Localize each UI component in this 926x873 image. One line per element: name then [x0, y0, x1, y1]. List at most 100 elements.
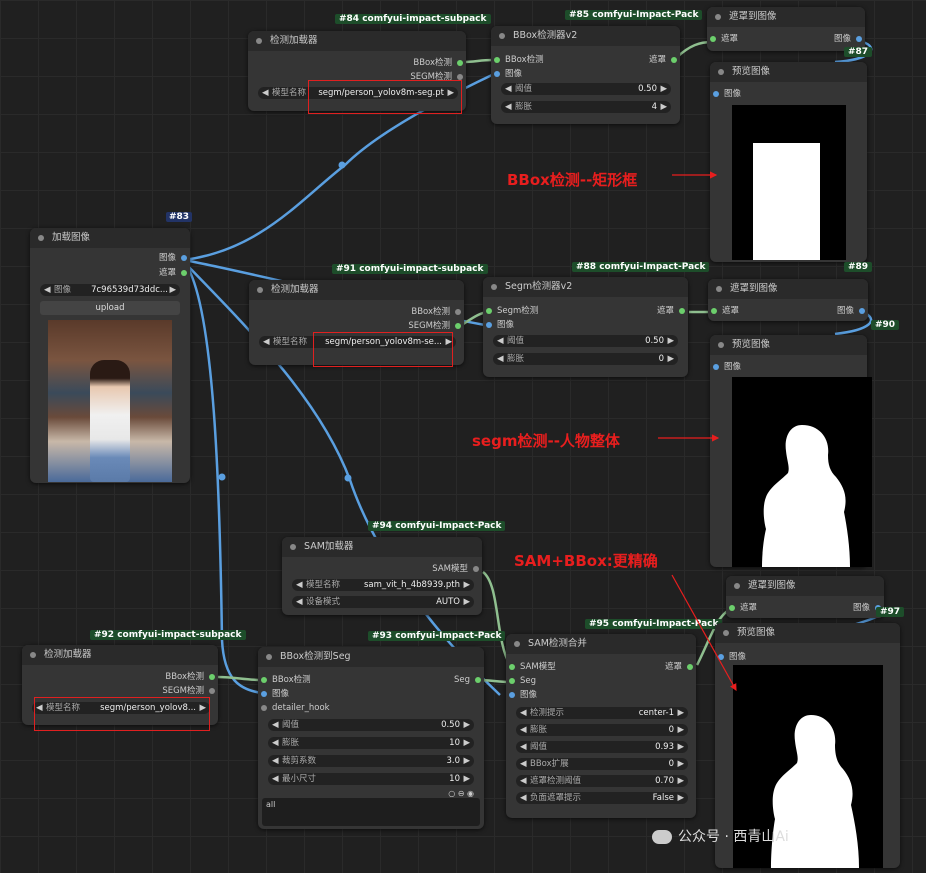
output-socket-seg[interactable] — [475, 677, 481, 683]
param-widget[interactable]: ◀ 裁剪系数 3.0 ▶ — [268, 755, 474, 767]
param-widget[interactable]: ◀ BBox扩展 0 ▶ — [516, 758, 688, 770]
input-socket-image[interactable] — [486, 322, 492, 328]
param-widget[interactable]: ◀ 膨胀 0 ▶ — [516, 724, 688, 736]
input-socket-image[interactable] — [718, 654, 724, 660]
collapse-dot-icon[interactable] — [716, 286, 722, 292]
arrow-right-icon[interactable]: ▶ — [463, 755, 470, 767]
arrow-left-icon[interactable]: ◀ — [520, 792, 527, 804]
bbox-detector-node-85[interactable]: BBox检测器v2 BBox检测 图像 遮罩 ◀ 阈值 0.50 ▶ ◀ 膨胀 4 ▶ — [491, 26, 680, 124]
output-socket-mask[interactable] — [679, 308, 685, 314]
output-socket-mask[interactable] — [671, 57, 677, 63]
arrow-left-icon[interactable]: ◀ — [272, 773, 279, 785]
arrow-right-icon[interactable]: ▶ — [677, 707, 684, 719]
arrow-left-icon[interactable]: ◀ — [497, 335, 504, 347]
mask-to-image-node-86[interactable]: 遮罩到图像 遮罩 图像 — [707, 7, 865, 51]
arrow-left-icon[interactable]: ◀ — [520, 775, 527, 787]
input-socket-mask[interactable] — [729, 605, 735, 611]
param-widget[interactable]: ◀ 膨胀 10 ▶ — [268, 737, 474, 749]
output-socket-image[interactable] — [859, 308, 865, 314]
bbox-to-seg-node-93[interactable]: BBox检测到Seg BBox检测 图像 detailer_hook Seg ◀… — [258, 647, 484, 829]
arrow-right-icon[interactable]: ▶ — [677, 792, 684, 804]
dilation-widget[interactable]: ◀ 膨胀 0 ▶ — [493, 353, 678, 365]
param-widget[interactable]: ◀ 遮罩检测阈值 0.70 ▶ — [516, 775, 688, 787]
arrow-left-icon[interactable]: ◀ — [272, 755, 279, 767]
arrow-right-icon[interactable]: ▶ — [677, 724, 684, 736]
output-socket-bbox[interactable] — [209, 674, 215, 680]
output-socket-bbox[interactable] — [455, 309, 461, 315]
input-socket-bbox[interactable] — [261, 677, 267, 683]
collapse-dot-icon[interactable] — [491, 284, 497, 290]
param-widget[interactable]: ◀ 阈值 0.93 ▶ — [516, 741, 688, 753]
arrow-left-icon[interactable]: ◀ — [262, 87, 269, 99]
input-socket-detailer-hook[interactable] — [261, 705, 267, 711]
input-socket-image[interactable] — [494, 71, 500, 77]
output-socket-segm[interactable] — [455, 323, 461, 329]
collapse-dot-icon[interactable] — [514, 641, 520, 647]
input-socket-mask[interactable] — [711, 308, 717, 314]
preview-image-node-90[interactable]: 预览图像 图像 — [710, 335, 872, 567]
collapse-dot-icon[interactable] — [499, 33, 505, 39]
param-widget[interactable]: ◀ 负面遮罩提示 False ▶ — [516, 792, 688, 804]
output-socket-sam[interactable] — [473, 566, 479, 572]
sam-loader-node-94[interactable]: SAM加载器 SAM模型 ◀ 模型名称 sam_vit_h_4b8939.pth ▶ … — [282, 537, 482, 615]
arrow-left-icon[interactable]: ◀ — [296, 596, 303, 608]
arrow-right-icon[interactable]: ▶ — [463, 737, 470, 749]
collapse-dot-icon[interactable] — [256, 38, 262, 44]
arrow-left-icon[interactable]: ◀ — [296, 579, 303, 591]
arrow-right-icon[interactable]: ▶ — [463, 719, 470, 731]
arrow-left-icon[interactable]: ◀ — [505, 101, 512, 113]
collapse-dot-icon[interactable] — [38, 235, 44, 241]
arrow-right-icon[interactable]: ▶ — [463, 579, 470, 591]
arrow-left-icon[interactable]: ◀ — [520, 741, 527, 753]
arrow-right-icon[interactable]: ▶ — [660, 101, 667, 113]
arrow-left-icon[interactable]: ◀ — [520, 724, 527, 736]
load-image-node[interactable]: 加载图像 图像 遮罩 ◀ 图像 7c96539d73ddc... ▶ uploa… — [30, 228, 190, 483]
textarea-toolbar-icons[interactable]: ○ ⊖ ◉ — [448, 789, 474, 798]
collapse-dot-icon[interactable] — [30, 652, 36, 658]
collapse-dot-icon[interactable] — [290, 544, 296, 550]
arrow-right-icon[interactable]: ▶ — [667, 353, 674, 365]
output-socket-segm[interactable] — [209, 688, 215, 694]
output-socket-mask[interactable] — [181, 270, 187, 276]
output-socket-bbox[interactable] — [457, 60, 463, 66]
collapse-dot-icon[interactable] — [718, 69, 724, 75]
arrow-left-icon[interactable]: ◀ — [44, 284, 51, 296]
collapse-dot-icon[interactable] — [715, 14, 721, 20]
threshold-widget[interactable]: ◀ 阈值 0.50 ▶ — [501, 83, 671, 95]
arrow-right-icon[interactable]: ▶ — [677, 741, 684, 753]
arrow-left-icon[interactable]: ◀ — [272, 737, 279, 749]
collapse-dot-icon[interactable] — [257, 287, 263, 293]
input-socket-image[interactable] — [713, 91, 719, 97]
input-socket-image[interactable] — [261, 691, 267, 697]
arrow-left-icon[interactable]: ◀ — [520, 707, 527, 719]
input-socket-image[interactable] — [713, 364, 719, 370]
arrow-left-icon[interactable]: ◀ — [272, 719, 279, 731]
mask-to-image-node-89[interactable]: 遮罩到图像 遮罩 图像 — [708, 279, 868, 321]
collapse-dot-icon[interactable] — [718, 342, 724, 348]
device-mode-select[interactable]: ◀ 设备模式 AUTO ▶ — [292, 596, 474, 608]
sam-detection-combine-node-95[interactable]: SAM检测合并 SAM模型 Seg 图像 遮罩 ◀ 检测提示 center-1 ▶ ◀… — [506, 634, 696, 818]
segm-detector-node-88[interactable]: Segm检测器v2 Segm检测 图像 遮罩 ◀ 阈值 0.50 ▶ ◀ 膨胀 0 ▶ — [483, 277, 688, 377]
labels-textarea[interactable]: all — [262, 798, 480, 826]
input-socket-mask[interactable] — [710, 36, 716, 42]
sam-model-select[interactable]: ◀ 模型名称 sam_vit_h_4b8939.pth ▶ — [292, 579, 474, 591]
arrow-right-icon[interactable]: ▶ — [660, 83, 667, 95]
input-socket-seg[interactable] — [509, 678, 515, 684]
param-widget[interactable]: ◀ 最小尺寸 10 ▶ — [268, 773, 474, 785]
mask-to-image-node-96[interactable]: 遮罩到图像 遮罩 图像 — [726, 576, 884, 618]
arrow-right-icon[interactable]: ▶ — [463, 773, 470, 785]
output-socket-image[interactable] — [856, 36, 862, 42]
upload-button[interactable]: upload — [40, 301, 180, 315]
arrow-left-icon[interactable]: ◀ — [505, 83, 512, 95]
input-socket-bbox[interactable] — [494, 57, 500, 63]
output-socket-image[interactable] — [181, 255, 187, 261]
threshold-widget[interactable]: ◀ 阈值 0.50 ▶ — [493, 335, 678, 347]
input-socket-sam[interactable] — [509, 664, 515, 670]
arrow-right-icon[interactable]: ▶ — [463, 596, 470, 608]
arrow-left-icon[interactable]: ◀ — [263, 336, 270, 348]
collapse-dot-icon[interactable] — [723, 630, 729, 636]
input-socket-image[interactable] — [509, 692, 515, 698]
arrow-right-icon[interactable]: ▶ — [667, 335, 674, 347]
arrow-left-icon[interactable]: ◀ — [497, 353, 504, 365]
input-socket-segm[interactable] — [486, 308, 492, 314]
